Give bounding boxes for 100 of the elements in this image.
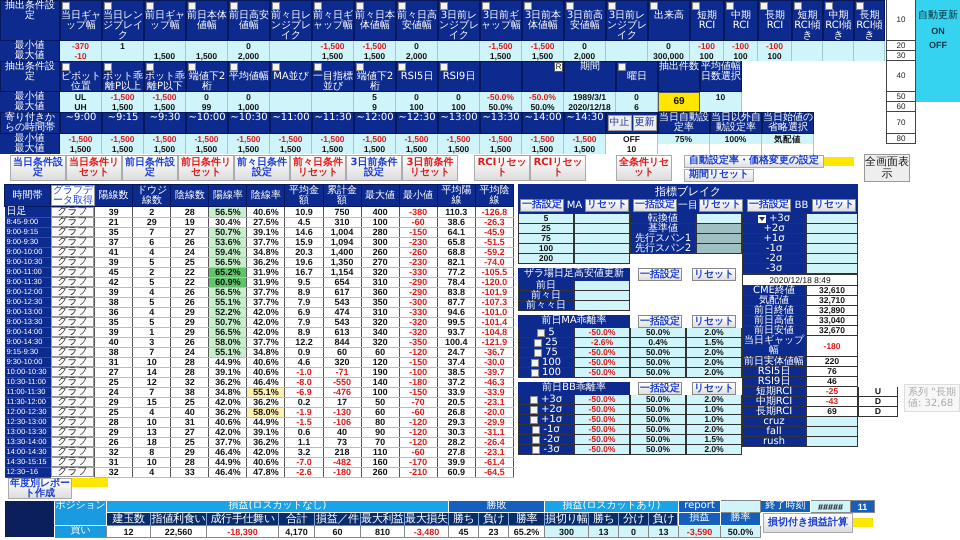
graph-button[interactable]: グラフ	[50, 367, 94, 377]
graph-button[interactable]: グラフ	[50, 337, 94, 347]
condition-button[interactable]: 3日前条件リセット	[402, 155, 458, 181]
checkbox[interactable]	[618, 63, 626, 71]
condition-button[interactable]: 前々日条件設定	[234, 155, 290, 181]
checkbox[interactable]	[104, 63, 112, 71]
checkbox[interactable]	[608, 2, 616, 10]
input-field[interactable]	[853, 518, 874, 527]
graph-button[interactable]: グラフ	[50, 417, 94, 427]
graph-button[interactable]: グラフ	[50, 407, 94, 417]
checkbox[interactable]	[62, 63, 70, 71]
checkbox[interactable]	[566, 2, 574, 10]
checkbox[interactable]	[398, 2, 406, 10]
checkbox[interactable]	[650, 2, 658, 10]
condition-button[interactable]: 前々日条件リセット	[290, 155, 346, 181]
control-button[interactable]: 更新	[632, 115, 656, 131]
input-field[interactable]	[574, 281, 630, 291]
checkbox[interactable]	[104, 2, 112, 10]
dropdown-icon[interactable]	[758, 214, 766, 222]
reset-button[interactable]: リセット	[585, 198, 629, 212]
graph-data-button[interactable]: グラフデータ取得	[51, 185, 96, 206]
graph-button[interactable]: グラフ	[50, 397, 94, 407]
reset-button[interactable]: リセット	[692, 268, 736, 281]
condition-button[interactable]: 当日条件リセット	[66, 155, 122, 181]
input-field[interactable]	[574, 244, 630, 254]
checkbox[interactable]	[794, 2, 802, 10]
graph-button[interactable]: グラフ	[50, 437, 94, 447]
checkbox[interactable]	[726, 2, 734, 10]
option-text[interactable]: OFF	[929, 40, 947, 50]
graph-button[interactable]: グラフ	[50, 457, 94, 467]
checkbox[interactable]	[356, 2, 364, 10]
calculate-button[interactable]: 損切付き損益計算	[763, 512, 854, 532]
input-field[interactable]	[574, 214, 630, 224]
condition-button[interactable]: 全条件リセット	[616, 155, 672, 181]
bulk-set-button[interactable]: 一括設定	[638, 382, 682, 395]
input-field[interactable]	[574, 301, 630, 311]
condition-button[interactable]: 3日前条件設定	[346, 155, 402, 181]
checkbox[interactable]	[440, 63, 448, 71]
checkbox[interactable]	[530, 416, 538, 424]
graph-button[interactable]: グラフ	[50, 247, 94, 257]
checkbox[interactable]	[230, 63, 238, 71]
input-field[interactable]	[806, 254, 858, 264]
auto-rate-button[interactable]: 自動設定率・価格変更の設定	[684, 154, 824, 168]
reset-button[interactable]: リセット	[699, 198, 743, 212]
checkbox[interactable]	[532, 446, 540, 454]
input-field[interactable]	[806, 224, 858, 234]
graph-button[interactable]: グラフ	[50, 207, 94, 217]
graph-button[interactable]: グラフ	[50, 347, 94, 357]
checkbox[interactable]	[398, 63, 406, 71]
checkbox[interactable]	[534, 338, 542, 346]
bulk-set-button[interactable]: 一括設定	[638, 315, 682, 328]
checkbox[interactable]	[314, 63, 322, 71]
input-field[interactable]	[806, 244, 858, 254]
checkbox[interactable]	[482, 2, 490, 10]
graph-button[interactable]: グラフ	[50, 287, 94, 297]
graph-button[interactable]: グラフ	[50, 447, 94, 457]
bulk-set-button[interactable]: 一括設定	[638, 268, 682, 281]
graph-button[interactable]: グラフ	[50, 227, 94, 237]
bulk-set-button[interactable]: 一括設定	[747, 198, 791, 212]
checkbox[interactable]	[692, 2, 700, 10]
condition-button[interactable]: RCIリセット	[474, 155, 530, 181]
graph-button[interactable]: グラフ	[50, 387, 94, 397]
input-field[interactable]	[806, 234, 858, 244]
input-field[interactable]	[696, 214, 742, 224]
input-field[interactable]	[574, 291, 630, 301]
checkbox[interactable]	[146, 63, 154, 71]
checkbox[interactable]	[62, 2, 70, 10]
input-field[interactable]	[806, 214, 858, 224]
checkbox[interactable]	[272, 63, 280, 71]
checkbox[interactable]	[532, 426, 540, 434]
reset-button[interactable]: リセット	[812, 198, 856, 212]
checkbox[interactable]	[532, 436, 540, 444]
reset-button[interactable]: リセット	[692, 382, 736, 395]
checkbox[interactable]	[356, 63, 364, 71]
bulk-set-button[interactable]: 一括設定	[633, 198, 677, 212]
checkbox[interactable]	[440, 2, 448, 10]
input-field[interactable]	[824, 156, 854, 166]
checkbox[interactable]	[272, 2, 280, 10]
graph-button[interactable]: グラフ	[50, 427, 94, 437]
graph-button[interactable]: グラフ	[50, 267, 94, 277]
input-field[interactable]	[806, 417, 858, 427]
graph-button[interactable]: グラフ	[50, 307, 94, 317]
input-field[interactable]	[574, 224, 630, 234]
bulk-set-button[interactable]: 一括設定	[520, 198, 564, 212]
graph-button[interactable]: グラフ	[50, 277, 94, 287]
graph-button[interactable]: グラフ	[50, 467, 94, 477]
graph-button[interactable]: グラフ	[50, 237, 94, 247]
period-reset-button[interactable]: 期間リセット	[684, 168, 754, 182]
report-button[interactable]: 年度別レポート作成	[8, 478, 72, 498]
checkbox[interactable]	[760, 2, 768, 10]
condition-button[interactable]: RCIリセット	[530, 155, 586, 181]
option-text[interactable]: ON	[931, 26, 945, 36]
input-field[interactable]	[806, 264, 858, 274]
control-button[interactable]: 中止	[608, 115, 632, 131]
checkbox[interactable]	[530, 358, 539, 366]
checkbox[interactable]	[537, 328, 546, 336]
graph-button[interactable]: グラフ	[50, 317, 94, 327]
graph-button[interactable]: グラフ	[50, 377, 94, 387]
checkbox[interactable]	[146, 2, 154, 10]
input-field[interactable]	[720, 500, 761, 512]
